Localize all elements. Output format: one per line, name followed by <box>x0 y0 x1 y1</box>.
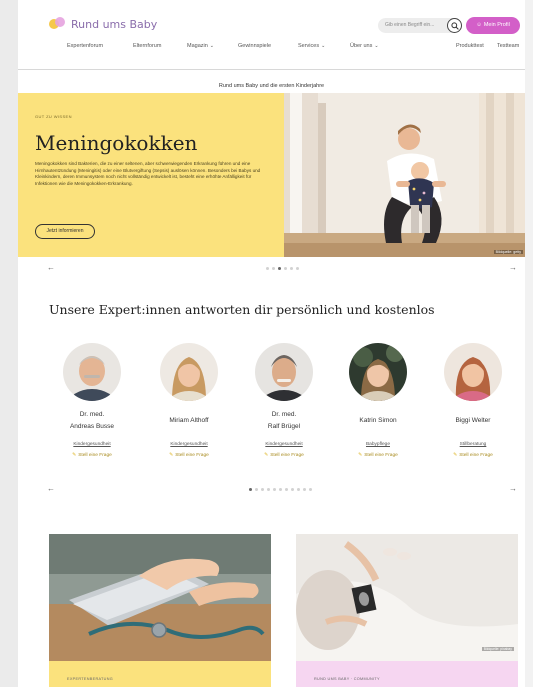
user-icon: ☺ <box>476 22 482 28</box>
experts-carousel-dots <box>249 488 312 491</box>
search-button[interactable] <box>447 18 462 33</box>
pencil-icon: ✎ <box>453 453 458 458</box>
ask-question-link[interactable]: ✎ Stell eine Frage <box>239 453 329 458</box>
expert-card[interactable]: Biggi Welter Stillberatung ✎ Stell eine F… <box>428 343 518 458</box>
card-category: RUND UMS BABY · COMMUNITY <box>314 677 380 681</box>
carousel-dot[interactable] <box>284 267 287 270</box>
card-category: EXPERTENBERATUNG <box>67 677 114 681</box>
ask-question-link[interactable]: ✎ Stell eine Frage <box>333 453 423 458</box>
pencil-icon: ✎ <box>358 453 363 458</box>
hero-image-credit: Bildquelle: getty <box>493 250 523 254</box>
ask-question-link[interactable]: ✎ Stell eine Frage <box>144 453 234 458</box>
nav-item-elternforum[interactable]: Elternforum <box>133 43 161 49</box>
experts-prev-arrow[interactable]: ← <box>47 484 55 493</box>
carousel-dot[interactable] <box>279 488 282 491</box>
nav-item-magazin[interactable]: Magazin ⌄ <box>187 43 214 49</box>
chevron-down-icon: ⌄ <box>374 43 379 49</box>
page: Rund ums Baby Gib einen Begriff ein... ☺… <box>18 0 525 687</box>
hero-title: Meningokokken <box>35 131 198 155</box>
expert-card[interactable]: Dr. med. Ralf Brügel Kindergesundheit ✎ S… <box>239 343 329 458</box>
chevron-down-icon: ⌄ <box>209 43 214 49</box>
experts-heading: Unsere Expert:innen antworten dir persön… <box>49 302 435 317</box>
profile-button[interactable]: ☺ Mein Profil <box>466 17 520 34</box>
laptop-stethoscope-photo <box>49 534 271 661</box>
carousel-dot[interactable] <box>267 488 270 491</box>
carousel-dot[interactable] <box>272 267 275 270</box>
avatar <box>444 343 502 401</box>
teaser-card-community[interactable]: Bildquelle: pixabay RUND UMS BABY · COMM… <box>296 534 518 687</box>
pencil-icon: ✎ <box>169 453 174 458</box>
carousel-dot[interactable] <box>285 488 288 491</box>
main-nav: Expertenforum Elternforum Magazin ⌄ Gewin… <box>18 43 525 55</box>
card-band <box>49 661 271 687</box>
expert-field-link[interactable]: Kindergesundheit <box>239 442 329 447</box>
carousel-dot-active[interactable] <box>249 488 252 491</box>
search-icon <box>451 22 459 30</box>
teaser-card-experts[interactable]: EXPERTENBERATUNG <box>49 534 271 687</box>
ask-question-link[interactable]: ✎ Stell eine Frage <box>47 453 137 458</box>
carousel-dot-active[interactable] <box>278 267 281 270</box>
pencil-icon: ✎ <box>264 453 269 458</box>
carousel-dot[interactable] <box>291 488 294 491</box>
expert-card[interactable]: Miriam Althoff Kindergesundheit ✎ Stell e… <box>144 343 234 458</box>
site-header: Rund ums Baby Gib einen Begriff ein... ☺… <box>18 0 525 70</box>
site-tagline: Rund ums Baby und die ersten Kinderjahre <box>218 83 325 89</box>
carousel-dot[interactable] <box>266 267 269 270</box>
father-baby-photo <box>284 93 525 257</box>
nav-item-produkttest[interactable]: Produkttest <box>456 43 484 49</box>
expert-name: Dr. med. Andreas Busse <box>69 411 115 430</box>
avatar <box>349 343 407 401</box>
card-band <box>296 661 518 687</box>
logo-text: Rund ums Baby <box>71 17 158 31</box>
logo-icon <box>49 17 65 31</box>
pregnant-ultrasound-photo <box>296 534 518 661</box>
hero-cta-button[interactable]: Jetzt informieren <box>35 224 95 239</box>
hero-eyebrow: GUT ZU WISSEN <box>35 114 72 119</box>
card-image-credit: Bildquelle: pixabay <box>481 647 514 651</box>
avatar <box>63 343 121 401</box>
nav-item-testteam[interactable]: Testteam <box>497 43 519 49</box>
profile-label: Mein Profil <box>483 22 510 28</box>
nav-item-gewinnspiele[interactable]: Gewinnspiele <box>238 43 271 49</box>
expert-name: Dr. med. Ralf Brügel <box>267 411 301 430</box>
expert-field-link[interactable]: Stillberatung <box>428 442 518 447</box>
hero-text: Meningokokken sind Bakterien, die zu ein… <box>35 161 261 186</box>
nav-item-expertenforum[interactable]: Expertenforum <box>67 43 103 49</box>
avatar <box>160 343 218 401</box>
browser-scrollbar[interactable] <box>525 0 533 687</box>
expert-name: Biggi Welter <box>455 417 491 424</box>
carousel-dot[interactable] <box>296 267 299 270</box>
ask-question-link[interactable]: ✎ Stell eine Frage <box>428 453 518 458</box>
expert-name: Katrin Simon <box>359 417 397 424</box>
expert-card[interactable]: Dr. med. Andreas Busse Kindergesundheit … <box>47 343 137 458</box>
carousel-dot[interactable] <box>261 488 264 491</box>
expert-name: Miriam Althoff <box>169 417 209 424</box>
nav-item-ueber-uns[interactable]: Über uns ⌄ <box>350 43 379 49</box>
expert-field-link[interactable]: Kindergesundheit <box>47 442 137 447</box>
pencil-icon: ✎ <box>72 453 77 458</box>
carousel-dot[interactable] <box>309 488 312 491</box>
carousel-dot[interactable] <box>303 488 306 491</box>
expert-field-link[interactable]: Kindergesundheit <box>144 442 234 447</box>
expert-card[interactable]: Katrin Simon Babypflege ✎ Stell eine Frag… <box>333 343 423 458</box>
carousel-dot[interactable] <box>273 488 276 491</box>
hero-prev-arrow[interactable]: ← <box>47 263 55 272</box>
hero-carousel-dots <box>266 267 299 270</box>
carousel-dot[interactable] <box>290 267 293 270</box>
avatar <box>255 343 313 401</box>
carousel-dot[interactable] <box>297 488 300 491</box>
expert-field-link[interactable]: Babypflege <box>333 442 423 447</box>
hero-next-arrow[interactable]: → <box>509 263 517 272</box>
carousel-dot[interactable] <box>255 488 258 491</box>
nav-item-services[interactable]: Services ⌄ <box>298 43 325 49</box>
site-logo[interactable]: Rund ums Baby <box>49 17 157 31</box>
hero-image: Bildquelle: getty <box>284 93 525 257</box>
experts-next-arrow[interactable]: → <box>509 484 517 493</box>
browser-left-margin <box>0 0 18 687</box>
chevron-down-icon: ⌄ <box>321 43 326 49</box>
